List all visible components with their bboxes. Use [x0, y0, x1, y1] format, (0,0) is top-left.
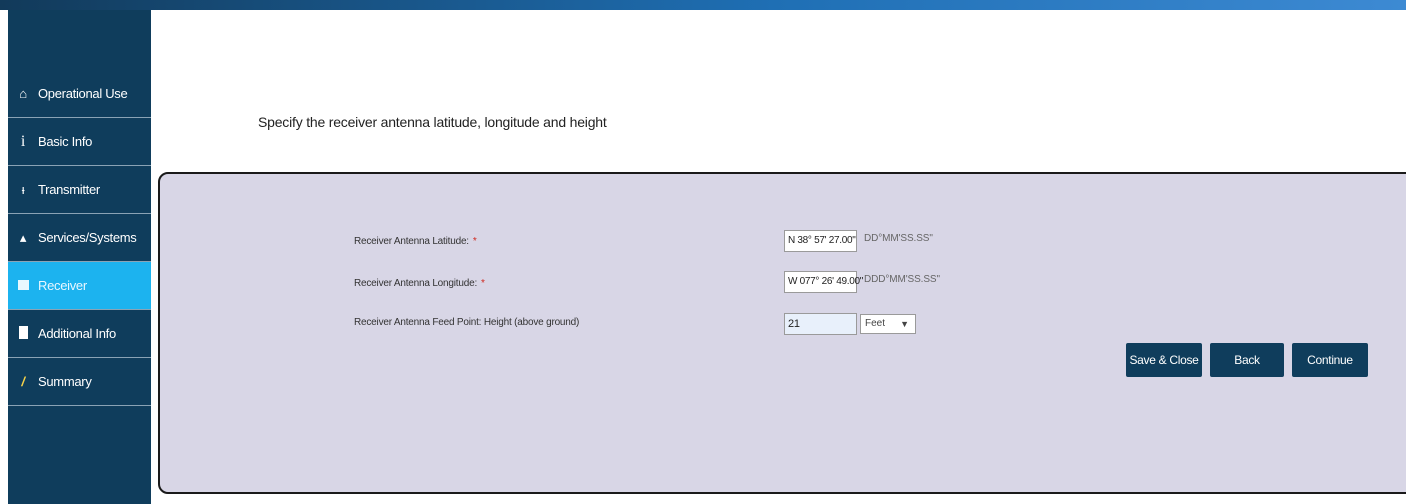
sidebar: ⌂ Operational Use i Basic Info ᵼ Transmi…: [8, 10, 151, 504]
info-icon: i: [20, 132, 26, 150]
nav-item-additional-info[interactable]: Additional Info: [8, 310, 151, 358]
receiver-form-panel: Receiver Antenna Latitude: * N 38° 57' 27…: [158, 172, 1406, 494]
back-button[interactable]: Back: [1210, 343, 1284, 377]
height-input[interactable]: 21: [784, 313, 857, 335]
nav-item-label: Services/Systems: [38, 230, 137, 245]
height-label: Receiver Antenna Feed Point: Height (abo…: [354, 317, 580, 328]
home-icon: ⌂: [19, 86, 27, 101]
continue-button[interactable]: Continue: [1292, 343, 1368, 377]
required-marker: *: [481, 278, 485, 289]
nav-item-basic-info[interactable]: i Basic Info: [8, 118, 151, 166]
save-close-button[interactable]: Save & Close: [1126, 343, 1202, 377]
nav-item-label: Operational Use: [38, 86, 128, 101]
longitude-label: Receiver Antenna Longitude: *: [354, 278, 485, 289]
satellite-icon: ▴: [19, 230, 27, 245]
nav-item-label: Summary: [38, 374, 92, 389]
longitude-format-hint: DDD°MM'SS.SS": [864, 274, 940, 285]
nav-item-label: Basic Info: [38, 134, 93, 149]
pencil-icon: /: [21, 374, 25, 389]
nav-item-label: Additional Info: [38, 326, 116, 341]
nav-item-receiver[interactable]: Receiver: [8, 262, 151, 310]
latitude-format-hint: DD°MM'SS.SS": [864, 233, 933, 244]
height-unit-value: Feet: [865, 318, 886, 329]
nav-item-label: Receiver: [38, 278, 87, 293]
nav-list: ⌂ Operational Use i Basic Info ᵼ Transmi…: [8, 70, 151, 406]
receiver-icon: [14, 279, 32, 292]
height-unit-select[interactable]: Feet ▼: [860, 314, 916, 334]
antenna-icon: ᵼ: [21, 182, 25, 197]
document-icon: [14, 326, 32, 341]
nav-item-operational-use[interactable]: ⌂ Operational Use: [8, 70, 151, 118]
top-bar: [0, 0, 1406, 10]
required-marker: *: [472, 236, 477, 247]
nav-item-transmitter[interactable]: ᵼ Transmitter: [8, 166, 151, 214]
nav-item-label: Transmitter: [38, 182, 100, 197]
nav-item-summary[interactable]: / Summary: [8, 358, 151, 406]
chevron-down-icon: ▼: [900, 319, 909, 329]
latitude-input[interactable]: N 38° 57' 27.00": [784, 230, 857, 252]
longitude-input[interactable]: W 077° 26' 49.00": [784, 271, 863, 293]
nav-item-services-systems[interactable]: ▴ Services/Systems: [8, 214, 151, 262]
instruction-text: Specify the receiver antenna latitude, l…: [258, 114, 607, 130]
latitude-label: Receiver Antenna Latitude: *: [354, 236, 477, 247]
